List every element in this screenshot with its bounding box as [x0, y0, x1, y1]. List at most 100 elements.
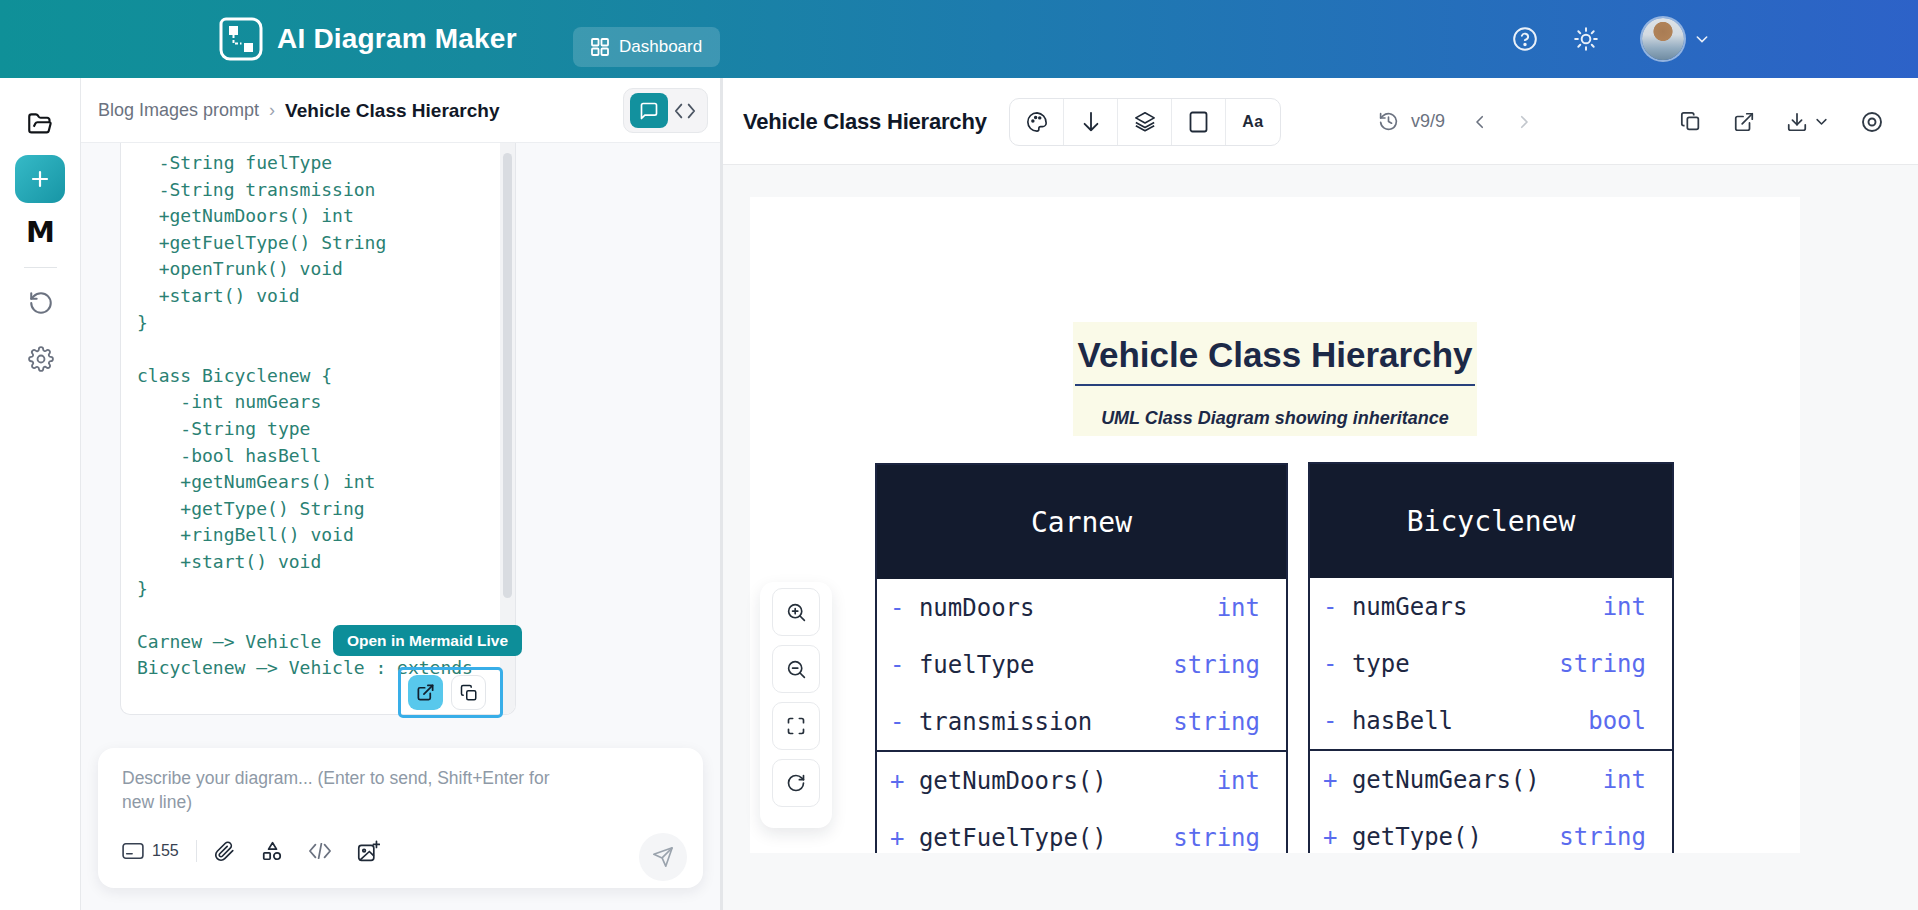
chevron-down-icon [1814, 114, 1829, 129]
left-sidebar: M [0, 78, 81, 910]
copy-code-button[interactable] [451, 675, 486, 710]
app-root: AI Diagram Maker Dashboard [0, 0, 1918, 910]
breadcrumb-parent[interactable]: Blog Images prompt [98, 100, 259, 121]
sidebar-mermaid-button[interactable]: M [0, 218, 81, 247]
attach-file-button[interactable] [214, 841, 235, 862]
chat-view-button[interactable] [630, 93, 668, 128]
diagram-heading-rule [1075, 384, 1475, 386]
tooltip-open-in-mermaid-live: Open in Mermaid Live [333, 625, 522, 656]
code-view-button[interactable] [674, 102, 696, 120]
frame-button[interactable] [1172, 99, 1226, 145]
external-link-icon [416, 683, 435, 702]
user-avatar[interactable] [1642, 18, 1684, 60]
view-toggle [623, 88, 708, 133]
brand: AI Diagram Maker [218, 16, 517, 62]
composer-divider [196, 840, 197, 862]
typography-icon: Aa [1242, 113, 1263, 131]
next-version-button[interactable] [1515, 113, 1533, 131]
zoom-in-button[interactable] [772, 588, 820, 636]
send-button[interactable] [639, 833, 687, 881]
chevron-down-icon[interactable] [1694, 0, 1710, 78]
class-member-row: + getNumDoors()int [877, 752, 1286, 809]
sidebar-history-button[interactable] [0, 290, 81, 316]
diagram-panel: Vehicle Class Hierarchy [723, 78, 1918, 910]
code-icon [674, 102, 696, 120]
app-logo-icon [218, 16, 264, 62]
class-member-row: - numGearsint [1310, 578, 1672, 635]
layers-icon [1134, 111, 1156, 133]
theme-toggle-button[interactable] [1573, 0, 1599, 78]
mermaid-logo-icon: M [26, 218, 55, 247]
zoom-controls [760, 582, 832, 828]
paperclip-icon [214, 841, 235, 862]
diagram-title: Vehicle Class Hierarchy [743, 78, 987, 165]
chat-panel: Blog Images prompt › Vehicle Class Hiera… [81, 78, 720, 910]
focus-view-button[interactable] [1860, 110, 1884, 134]
diagram-canvas[interactable]: Vehicle Class Hierarchy UML Class Diagra… [750, 197, 1800, 853]
focus-icon [1860, 110, 1884, 134]
open-mermaid-live-button[interactable] [408, 675, 443, 710]
send-icon [652, 846, 674, 868]
class-member-row: - transmissionstring [877, 693, 1286, 750]
layers-button[interactable] [1118, 99, 1172, 145]
arrow-down-icon [1081, 111, 1101, 133]
open-external-button[interactable] [1733, 111, 1755, 133]
top-nav: AI Diagram Maker Dashboard [0, 0, 1918, 78]
class-member-row: - typestring [1310, 635, 1672, 692]
class-box-Carnew[interactable]: Carnew- numDoorsint- fuelTypestring- tra… [875, 463, 1288, 853]
undo-icon [28, 290, 54, 316]
brand-name: AI Diagram Maker [277, 23, 517, 55]
fit-view-button[interactable] [772, 702, 820, 750]
plus-icon [28, 167, 52, 191]
download-button[interactable] [1786, 111, 1829, 133]
external-link-icon [1733, 111, 1755, 133]
reset-view-button[interactable] [772, 759, 820, 807]
help-button[interactable] [1512, 0, 1538, 78]
code-actions-highlight [398, 667, 503, 718]
chat-bubble-icon [639, 101, 659, 121]
dashboard-button[interactable]: Dashboard [573, 27, 720, 67]
class-member-row: - numDoorsint [877, 579, 1286, 636]
user-menu[interactable] [1642, 0, 1684, 78]
sidebar-projects-button[interactable] [0, 111, 81, 138]
add-image-button[interactable] [357, 840, 380, 863]
duplicate-button[interactable] [1680, 111, 1702, 133]
download-icon [1786, 111, 1808, 133]
code-icon [309, 843, 331, 859]
composer: Describe your diagram... (Enter to send,… [98, 748, 703, 888]
main-area: M Blog Images prompt › Vehicle C [0, 78, 1918, 910]
copy-icon [1680, 111, 1702, 133]
mermaid-code[interactable]: -String fuelType -String transmission +g… [137, 150, 473, 682]
sidebar-new-diagram-button[interactable] [15, 155, 65, 203]
typography-button[interactable]: Aa [1226, 99, 1280, 145]
direction-button[interactable] [1064, 99, 1118, 145]
previous-version-button[interactable] [1471, 113, 1489, 131]
version-controls: v9/9 [1378, 78, 1533, 165]
dashboard-label: Dashboard [619, 37, 702, 57]
breadcrumb: Blog Images prompt › Vehicle Class Hiera… [98, 78, 500, 143]
grid-icon [591, 38, 609, 56]
gear-icon [28, 346, 54, 372]
theme-palette-button[interactable] [1010, 99, 1064, 145]
version-label: v9/9 [1411, 111, 1445, 132]
char-count: 155 [152, 842, 179, 860]
diagram-panel-header: Vehicle Class Hierarchy [723, 78, 1918, 165]
frame-icon [1189, 111, 1208, 133]
class-member-row: + getType()string [1310, 808, 1672, 853]
sidebar-settings-button[interactable] [0, 346, 81, 372]
code-scrollbar-thumb[interactable] [503, 153, 512, 598]
diagram-toolbar: Aa [1009, 98, 1281, 146]
breadcrumb-current: Vehicle Class Hierarchy [285, 100, 499, 122]
zoom-out-button[interactable] [772, 645, 820, 693]
sidebar-divider [24, 267, 57, 268]
class-member-row: - hasBellbool [1310, 692, 1672, 749]
insert-code-button[interactable] [309, 843, 331, 859]
folder-open-icon [27, 111, 54, 138]
history-icon [1378, 111, 1399, 132]
composer-placeholder[interactable]: Describe your diagram... (Enter to send,… [122, 766, 580, 814]
class-member-row: + getNumGears()int [1310, 751, 1672, 808]
image-plus-icon [357, 840, 380, 863]
diagram-actions [1680, 78, 1884, 165]
shapes-button[interactable] [261, 840, 283, 862]
class-box-Bicyclenew[interactable]: Bicyclenew- numGearsint- typestring- has… [1308, 462, 1674, 853]
